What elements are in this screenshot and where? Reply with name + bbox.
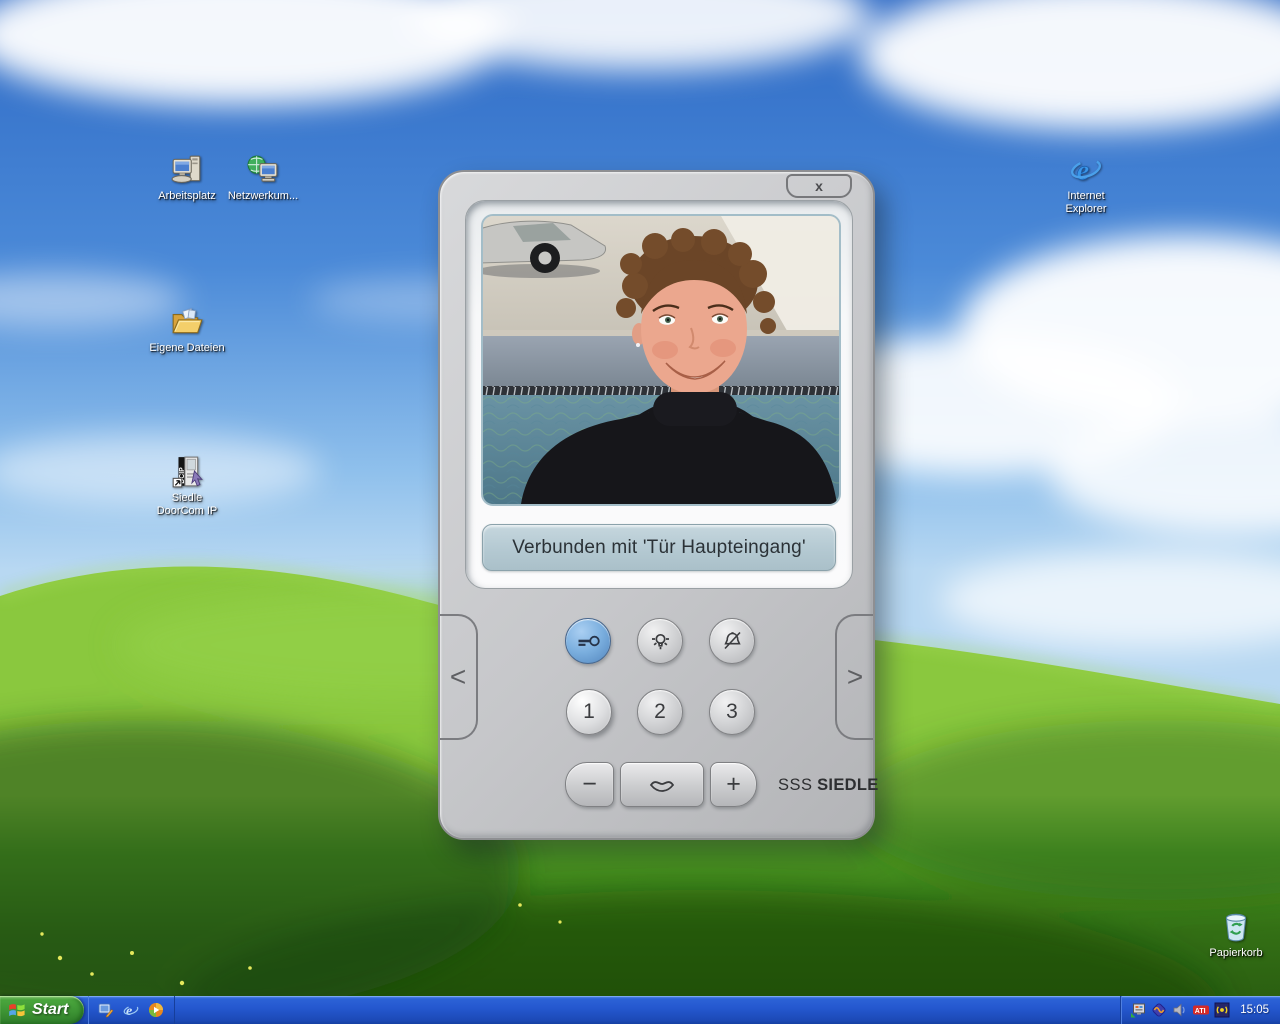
desktop-icon-netzwerkumgebung[interactable]: Netzwerkum... [215,153,311,203]
plus-icon: + [726,770,741,798]
digit-button-3[interactable]: 3 [709,689,755,735]
desktop-icon-label: Siedle DoorCom IP [156,492,218,517]
network-places-icon [247,155,278,182]
digit-button-2[interactable]: 2 [637,689,683,735]
door-release-button[interactable] [565,618,611,664]
desktop-icon-internet-explorer[interactable]: e Internet Explorer [1038,153,1134,216]
close-icon: x [815,178,823,194]
svg-text:e: e [126,1004,132,1018]
internet-explorer-icon: e [1070,154,1102,187]
speak-button[interactable] [620,762,704,807]
key-icon [578,635,600,647]
nav-next-tab[interactable]: > [835,614,873,740]
visitor-video-feed [483,216,839,504]
doorcom-window: x Verbunden mit 'Tür Haupteingang' < > 1… [438,170,878,840]
launch-internet-explorer-button[interactable]: e [122,1001,140,1019]
mute-doorbell-button[interactable] [709,618,755,664]
launch-media-player-button[interactable] [147,1001,165,1019]
bell-mute-icon [723,631,741,650]
connection-status-bar: Verbunden mit 'Tür Haupteingang' [482,524,836,571]
doorcom-tray-icon[interactable] [1130,1002,1146,1018]
desktop: Arbeitsplatz Netzwerkum... Eigene Dateie… [0,0,1280,1024]
chevron-left-icon: < [449,661,467,692]
my-documents-folder-icon [172,308,203,334]
desktop-icon-papierkorb[interactable]: Papierkorb [1188,910,1280,960]
start-label: Start [32,1001,69,1018]
recycle-bin-icon [1225,913,1247,942]
ie-glyph: e [1076,155,1089,187]
svg-text:ATI: ATI [1195,1008,1206,1015]
audio-wave-icon[interactable] [1151,1002,1167,1018]
connection-status-text: Verbunden mit 'Tür Haupteingang' [512,536,806,558]
digit-button-1[interactable]: 1 [566,689,612,735]
nav-previous-tab[interactable]: < [440,614,478,740]
show-desktop-icon [98,1003,114,1018]
desktop-icon-eigene-dateien[interactable]: Eigene Dateien [139,305,235,355]
light-icon [651,633,669,650]
taskbar-empty-area [175,996,1120,1024]
light-button[interactable] [637,618,683,664]
internet-explorer-icon: e [124,1004,139,1018]
desktop-icon-label: Papierkorb [1209,947,1263,959]
desktop-icon-label: Netzwerkum... [227,190,299,202]
start-button[interactable]: Start [0,996,85,1024]
doorcom-shortcut-icon: DCIP [172,456,203,488]
volume-icon[interactable] [1172,1002,1188,1018]
desktop-icon-label: Arbeitsplatz [158,190,216,202]
minus-icon: − [582,770,597,798]
volume-up-button[interactable]: + [710,762,757,807]
volume-down-button[interactable]: − [565,762,614,807]
desktop-icon-label: Internet Explorer [1065,190,1107,215]
siedle-logo: SSS SIEDLE [778,776,879,794]
quick-launch-bar: e [88,996,176,1024]
show-desktop-button[interactable] [97,1001,115,1019]
my-computer-icon [171,155,201,183]
system-tray: ATI 15:05 [1120,996,1280,1024]
wireless-signal-icon[interactable] [1214,1002,1230,1018]
ati-icon[interactable]: ATI [1193,1002,1210,1018]
taskbar: Start e ATI 15:05 [0,996,1280,1024]
speak-lips-icon [649,780,675,792]
desktop-icon-siedle-doorcom-ip[interactable]: DCIP Siedle DoorCom IP [139,455,235,518]
windows-flag-icon [9,1004,25,1017]
tray-clock: 15:05 [1240,1004,1269,1016]
chevron-right-icon: > [846,661,864,692]
desktop-icon-label: Eigene Dateien [149,342,225,354]
close-button[interactable]: x [786,174,852,198]
door-camera-video [481,214,841,506]
display-frame: Verbunden mit 'Tür Haupteingang' [465,200,853,589]
media-player-icon [149,1003,164,1017]
